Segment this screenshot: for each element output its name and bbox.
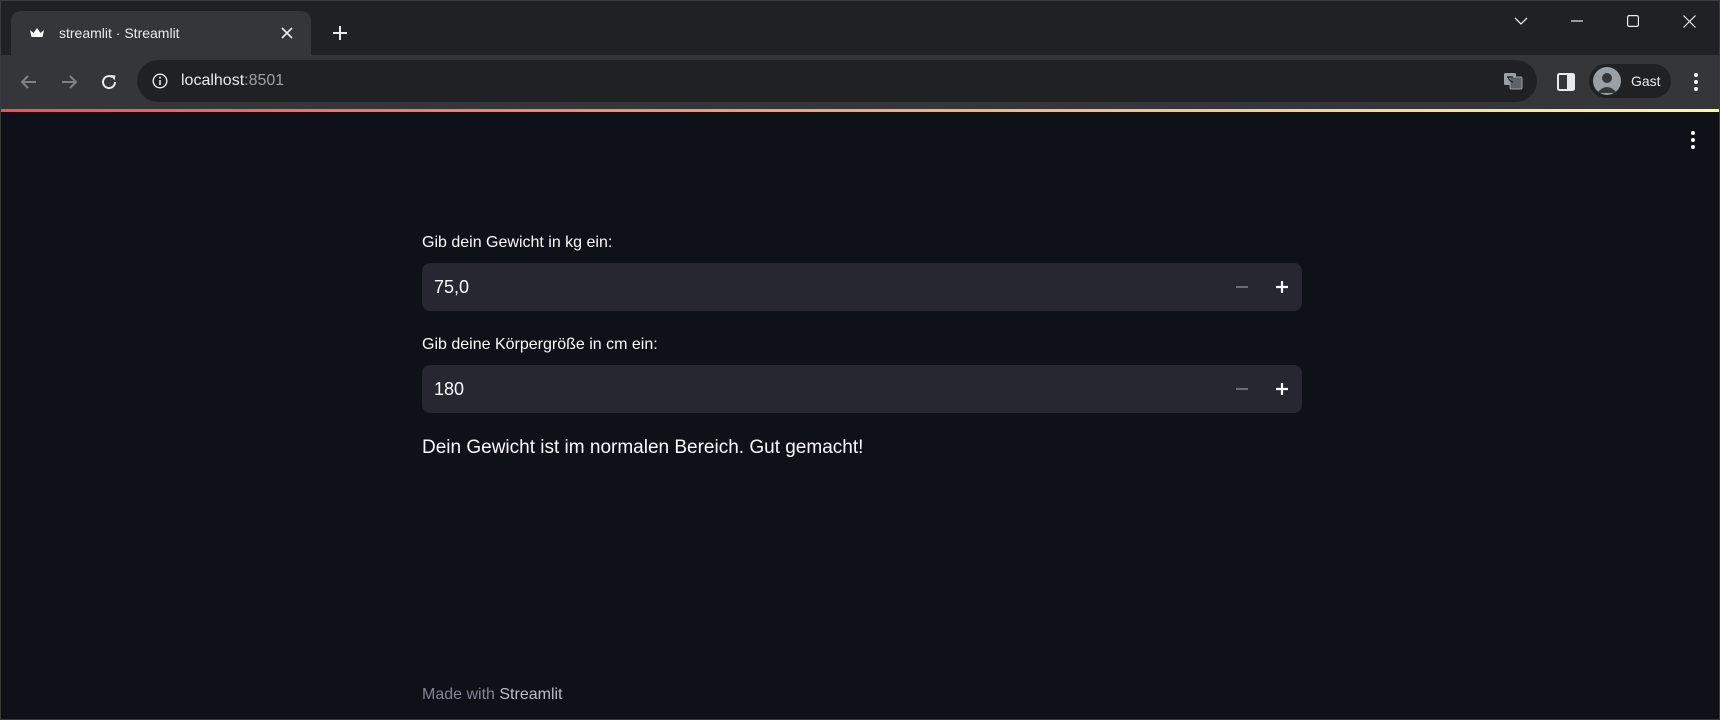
tab-title: streamlit · Streamlit: [59, 25, 180, 41]
vertical-dots-icon[interactable]: [1681, 125, 1705, 155]
footer-prefix: Made with: [422, 686, 495, 703]
forward-arrow-icon[interactable]: [55, 68, 83, 96]
main-content: Gib dein Gewicht in kg ein: Gib deine Kö…: [422, 233, 1302, 459]
address-bar[interactable]: localhost:8501: [137, 60, 1537, 102]
minimize-icon[interactable]: [1549, 1, 1605, 41]
minus-icon[interactable]: [1222, 365, 1262, 413]
minus-icon[interactable]: [1222, 263, 1262, 311]
chevron-down-icon[interactable]: [1493, 1, 1549, 41]
plus-icon[interactable]: [1262, 263, 1302, 311]
height-input[interactable]: [422, 365, 1182, 413]
height-number-input: [422, 365, 1302, 413]
profile-label: Gast: [1631, 73, 1661, 89]
weight-input[interactable]: [422, 263, 1182, 311]
vertical-dots-icon[interactable]: [1684, 70, 1708, 94]
plus-icon[interactable]: [326, 19, 354, 47]
url-host: localhost: [181, 72, 245, 89]
reload-icon[interactable]: [95, 68, 123, 96]
streamlit-crown-icon: [27, 23, 47, 43]
result-message: Dein Gewicht ist im normalen Bereich. Gu…: [422, 437, 864, 458]
tab-strip: streamlit · Streamlit: [1, 1, 1719, 55]
back-arrow-icon[interactable]: [15, 68, 43, 96]
person-icon: [1593, 67, 1621, 95]
profile-button[interactable]: Gast: [1589, 64, 1671, 98]
app-decoration-bar: [1, 109, 1719, 112]
weight-number-input: [422, 263, 1302, 311]
browser-toolbar: localhost:8501 Gast: [1, 55, 1719, 109]
height-label: Gib deine Körpergröße in cm ein:: [422, 336, 658, 353]
browser-tab[interactable]: streamlit · Streamlit: [11, 11, 311, 55]
info-icon[interactable]: [151, 72, 169, 90]
weight-label: Gib dein Gewicht in kg ein:: [422, 234, 613, 251]
close-window-icon[interactable]: [1661, 1, 1717, 41]
side-panel-icon[interactable]: [1554, 70, 1578, 94]
browser-window: streamlit · Streamlit localhost:8501 Ga…: [0, 0, 1720, 720]
plus-icon[interactable]: [1262, 365, 1302, 413]
footer-brand-link[interactable]: Streamlit: [499, 686, 562, 703]
translate-icon[interactable]: [1503, 71, 1523, 91]
maximize-icon[interactable]: [1605, 1, 1661, 41]
url-port: :8501: [244, 72, 285, 89]
footer: Made with Streamlit: [422, 686, 563, 704]
close-icon[interactable]: [277, 23, 297, 43]
